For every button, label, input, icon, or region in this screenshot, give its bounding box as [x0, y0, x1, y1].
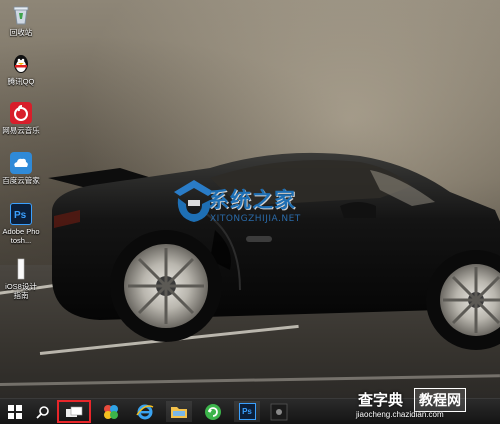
desktop-icon-tencent-qq[interactable]: 腾讯QQ — [2, 53, 40, 86]
windows-logo-icon — [8, 404, 22, 419]
ps-icon: Ps — [10, 203, 32, 225]
music-icon — [10, 102, 32, 124]
task-view-icon — [66, 406, 83, 417]
desktop-icon-label: Adobe Photosh... — [2, 227, 40, 245]
desktop-icon-baidu-cloud[interactable]: 百度云管家 — [2, 152, 40, 185]
desktop-icon-label: 腾讯QQ — [7, 77, 35, 86]
watermark-title: 系统之家 — [208, 188, 296, 212]
taskbar-app-explorer[interactable] — [166, 401, 192, 422]
watermark-subtitle: XITONGZHIJIA.NET — [210, 214, 301, 224]
pinwheel-icon — [104, 404, 118, 419]
desktop: 回收站 腾讯QQ 网易云音乐 百度云管家 Ps Adobe Photosh...… — [0, 0, 500, 398]
search-button[interactable] — [32, 401, 54, 422]
svg-text:Ps: Ps — [14, 210, 27, 221]
taskbar-app-pinwheel[interactable] — [98, 401, 124, 422]
refresh-icon — [205, 403, 221, 420]
desktop-icon-label: 百度云管家 — [2, 176, 40, 185]
desktop-icon-label: 回收站 — [9, 28, 33, 37]
app-icon — [270, 403, 288, 420]
search-icon — [36, 405, 49, 419]
ps-icon-text: Ps — [242, 407, 252, 416]
ps-icon: Ps — [238, 403, 256, 420]
site-brand: 查字典 教程网 jiaocheng.chazidian.com — [356, 385, 496, 423]
taskbar-app-ie[interactable] — [132, 401, 158, 422]
recycle-bin-icon — [10, 4, 32, 26]
brand-name: 查字典 — [358, 391, 404, 409]
desktop-icon-photoshop[interactable]: Ps Adobe Photosh... — [2, 203, 40, 245]
desktop-icon-ios8-guide[interactable]: iOS8设计指南 — [2, 258, 40, 300]
desktop-icon-recycle-bin[interactable]: 回收站 — [2, 4, 40, 37]
watermark: 系统之家 XITONGZHIJIA.NET — [172, 178, 382, 234]
desktop-icon-label: 网易云音乐 — [2, 126, 40, 135]
brand-url: jiaocheng.chazidian.com — [356, 410, 444, 419]
folder-icon — [171, 406, 187, 418]
brand-box-text: 教程网 — [414, 388, 466, 412]
start-button[interactable] — [4, 401, 26, 422]
taskbar-app-dark[interactable] — [266, 401, 292, 422]
desktop-icon-label: iOS8设计指南 — [5, 282, 37, 300]
ie-icon — [136, 404, 154, 419]
taskbar-app-update[interactable] — [200, 401, 226, 422]
task-view-button[interactable] — [57, 400, 91, 423]
qq-penguin-icon — [10, 53, 32, 75]
wallpaper-car — [48, 152, 500, 350]
cloud-icon — [10, 152, 32, 174]
desktop-icon-netease-music[interactable]: 网易云音乐 — [2, 102, 40, 135]
taskbar-app-photoshop[interactable]: Ps — [234, 401, 260, 422]
document-icon — [10, 258, 32, 280]
